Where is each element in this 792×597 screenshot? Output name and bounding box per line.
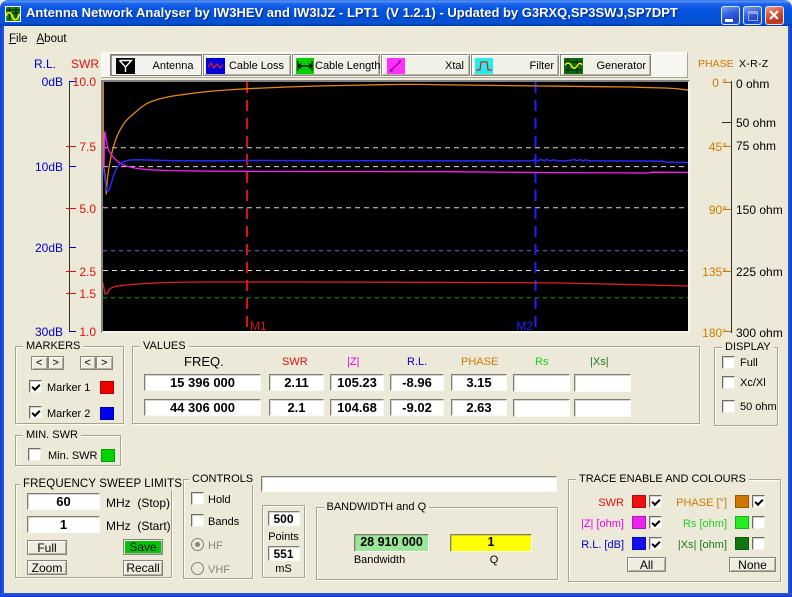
svg-text:M1: M1 xyxy=(250,319,267,331)
svg-text:M2: M2 xyxy=(516,319,533,331)
